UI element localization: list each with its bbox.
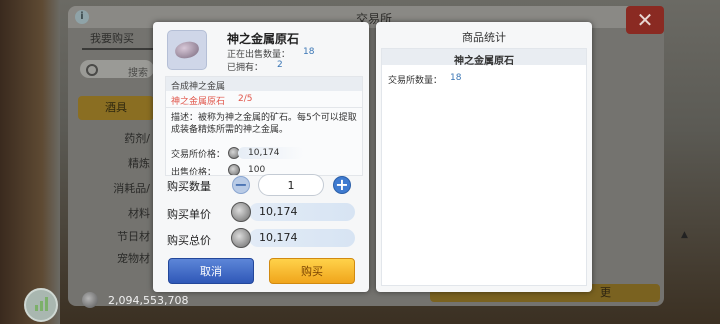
purchase-dialog: 神之金属原石 正在出售数量： 18 已拥有： 2 合成神之金属 神之金属原石 2… (153, 22, 369, 292)
background-scene (0, 0, 60, 324)
on-sale-value: 18 (303, 47, 315, 57)
stats-chart-icon[interactable] (24, 288, 58, 322)
zeny-coin-icon (82, 292, 98, 308)
owned-label: 已拥有： (227, 63, 264, 73)
info-icon[interactable]: i (75, 10, 89, 24)
category-item-selected[interactable]: 酒具 (78, 96, 154, 120)
zeny-coin-icon (231, 228, 251, 248)
sell-price-value: 100 (248, 165, 266, 175)
divider (166, 107, 362, 108)
total-price-label: 购买总价 (167, 234, 211, 247)
category-item[interactable]: 节日材 (78, 228, 154, 246)
category-item[interactable]: 药剂/ (78, 130, 154, 148)
compose-count: 2/5 (238, 94, 253, 104)
compose-title: 合成神之金属 (171, 82, 226, 92)
owned-value: 2 (277, 60, 283, 70)
compose-material: 神之金属原石 (171, 97, 226, 107)
stats-header: 神之金属原石 (382, 49, 586, 67)
increase-quantity-button[interactable]: + (333, 176, 351, 194)
total-price-value: 10,174 (259, 231, 298, 244)
buy-button[interactable]: 购买 (269, 258, 355, 284)
ore-icon (173, 40, 201, 60)
item-description: 描述：被称为神之金属的矿石。每5个可以提取成装备精炼所需的神之金属。 (171, 113, 357, 135)
search-icon (86, 64, 98, 76)
unit-price-value: 10,174 (259, 205, 298, 218)
item-icon-slot (167, 30, 207, 70)
category-item[interactable]: 精炼 (78, 155, 154, 173)
exchange-price-value: 10,174 (248, 148, 280, 158)
stats-quantity-label: 交易所数量： (388, 76, 443, 86)
decrease-quantity-button[interactable]: − (232, 176, 250, 194)
sell-price-label: 出售价格： (171, 168, 217, 176)
item-name: 神之金属原石 (227, 32, 300, 46)
scroll-indicator-icon: ▲ (681, 230, 688, 240)
compose-header: 合成神之金属 (166, 77, 362, 92)
exchange-price-label: 交易所价格： (171, 150, 226, 160)
close-button[interactable]: ✕ (626, 6, 664, 34)
on-sale-label: 正在出售数量： (227, 50, 291, 60)
tab-buy[interactable]: 我要购买 (82, 30, 162, 50)
item-info-box[interactable]: 合成神之金属 神之金属原石 2/5 描述：被称为神之金属的矿石。每5个可以提取成… (165, 76, 363, 176)
quantity-label: 购买数量 (167, 180, 211, 193)
search-placeholder: 搜索 (128, 68, 148, 79)
stats-item-name: 神之金属原石 (454, 56, 514, 67)
category-item[interactable]: 宠物材 (78, 250, 154, 268)
quantity-input[interactable] (258, 174, 324, 196)
zeny-coin-icon (231, 202, 251, 222)
money-balance: 2,094,553,708 (108, 294, 189, 307)
stats-title: 商品统计 (462, 31, 506, 44)
stats-box: 神之金属原石 交易所数量： 18 (381, 48, 587, 286)
stats-quantity-value: 18 (450, 73, 462, 83)
item-stats-panel: 商品统计 神之金属原石 交易所数量： 18 (376, 22, 592, 292)
category-item[interactable]: 消耗品/ (78, 180, 154, 198)
category-item[interactable]: 材料 (78, 205, 154, 223)
cancel-button[interactable]: 取消 (168, 258, 254, 284)
unit-price-label: 购买单价 (167, 208, 211, 221)
background-action-label: 更 (600, 286, 611, 299)
